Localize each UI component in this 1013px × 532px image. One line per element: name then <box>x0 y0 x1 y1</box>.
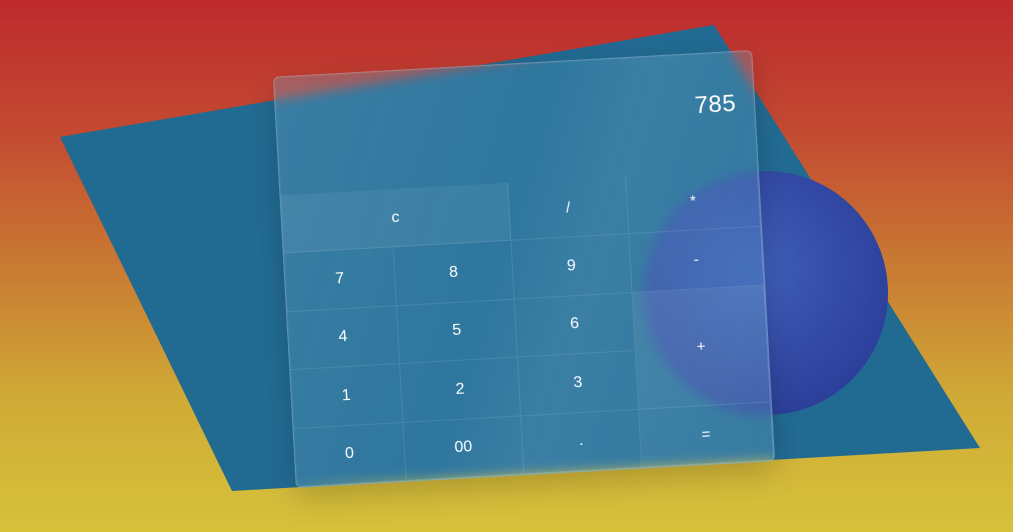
display-value: 785 <box>693 89 737 120</box>
keypad: c / * 7 8 9 - 4 5 6 + 1 2 3 0 00 . = <box>280 168 775 487</box>
digit-1-button[interactable]: 1 <box>290 364 404 429</box>
digit-4-button[interactable]: 4 <box>287 305 401 371</box>
digit-8-button[interactable]: 8 <box>393 241 515 306</box>
calculator-panel: 785 c / * 7 8 9 - 4 5 6 + 1 2 3 0 00 . = <box>272 49 776 489</box>
decimal-point-button[interactable]: . <box>521 409 643 475</box>
digit-2-button[interactable]: 2 <box>400 357 522 423</box>
digit-3-button[interactable]: 3 <box>517 351 640 416</box>
minus-button[interactable]: - <box>629 227 765 293</box>
equals-button[interactable]: = <box>639 401 775 468</box>
digit-5-button[interactable]: 5 <box>396 299 518 365</box>
digit-7-button[interactable]: 7 <box>283 247 397 313</box>
digit-0-button[interactable]: 0 <box>293 422 407 487</box>
double-zero-button[interactable]: 00 <box>403 415 525 481</box>
plus-button[interactable]: + <box>632 285 771 410</box>
digit-9-button[interactable]: 9 <box>511 234 633 300</box>
digit-6-button[interactable]: 6 <box>514 292 636 358</box>
divide-button[interactable]: / <box>508 176 630 242</box>
multiply-button[interactable]: * <box>625 168 762 235</box>
